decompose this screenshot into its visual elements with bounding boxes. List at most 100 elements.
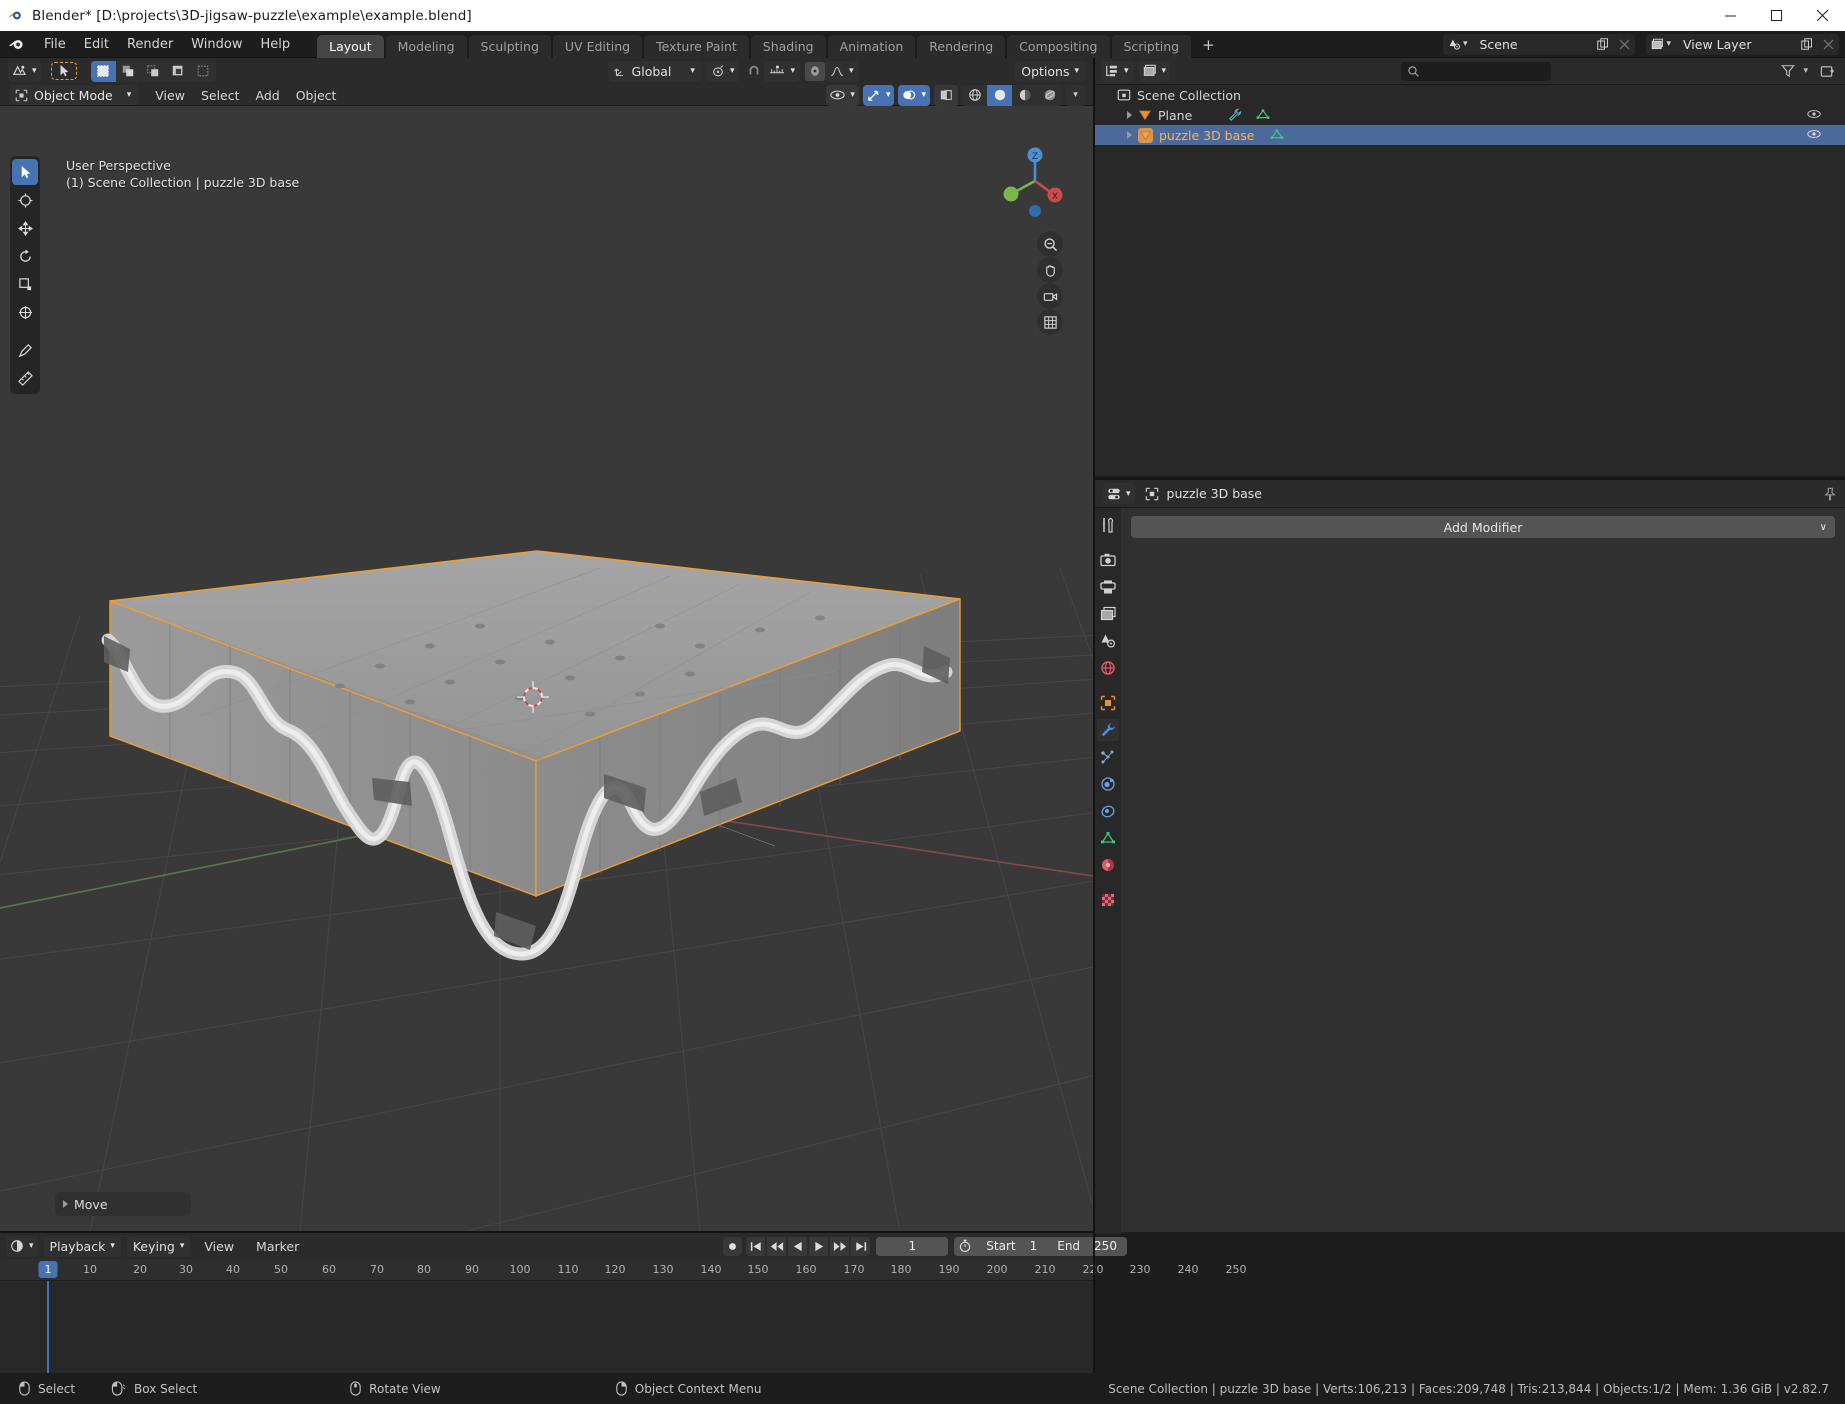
new-scene-button[interactable]	[1592, 34, 1614, 55]
shading-options-chevron-down-icon[interactable]: ▾	[1066, 85, 1085, 106]
play-reverse-icon[interactable]	[788, 1237, 807, 1256]
keying-menu[interactable]: Keying ▾	[127, 1236, 191, 1257]
properties-editor[interactable]: ▾ puzzle 3D base	[1095, 478, 1845, 1232]
viewport-menu-view[interactable]: View	[147, 86, 193, 105]
zoom-icon[interactable]	[1037, 231, 1063, 257]
object-mode-dropdown[interactable]: Object Mode ▾	[10, 85, 139, 105]
viewport-options-dropdown[interactable]: Options ▾	[1015, 61, 1085, 82]
viewport-3d[interactable]: ▾	[0, 58, 1093, 1232]
record-icon[interactable]	[723, 1237, 742, 1256]
select-invert-icon[interactable]	[166, 61, 191, 82]
filter-id-icon[interactable]: ▾	[1139, 61, 1171, 82]
minimize-button[interactable]	[1707, 0, 1753, 31]
world-globe-icon[interactable]	[1097, 657, 1119, 679]
move-tool[interactable]	[12, 215, 38, 241]
visibility-eye-icon[interactable]: ▾	[826, 85, 859, 106]
view-layer-images-icon[interactable]	[1097, 603, 1119, 625]
overlays-icon[interactable]: ▾	[898, 85, 930, 106]
playback-menu[interactable]: Playback ▾	[44, 1236, 121, 1257]
view-layer-name[interactable]: View Layer	[1676, 34, 1796, 55]
expand-chevron-right-icon[interactable]	[1127, 111, 1132, 119]
rendered-shading-icon[interactable]	[1037, 85, 1062, 106]
viewport-menu-object[interactable]: Object	[288, 86, 345, 105]
timeline-editor[interactable]: ▾ Playback ▾ Keying ▾ View Marker	[0, 1232, 1093, 1373]
outliner-display-mode-icon[interactable]: ▾	[1101, 61, 1133, 82]
navigation-gizmo[interactable]: Z X	[995, 141, 1075, 221]
maximize-button[interactable]	[1753, 0, 1799, 31]
tool-screwdriver-wrench-icon[interactable]	[1097, 514, 1119, 536]
scene-cone-icon[interactable]	[1097, 630, 1119, 652]
workspace-tab-modeling[interactable]: Modeling	[386, 35, 467, 58]
select-set-icon[interactable]	[91, 61, 116, 82]
object-square-icon[interactable]	[1097, 692, 1119, 714]
mesh-data-icon[interactable]	[1256, 108, 1270, 122]
proportional-edit-icon[interactable]	[805, 62, 825, 81]
jump-to-start-icon[interactable]	[746, 1237, 765, 1256]
texture-checker-icon[interactable]	[1097, 889, 1119, 911]
material-sphere-icon[interactable]	[1097, 854, 1119, 876]
output-printer-icon[interactable]	[1097, 576, 1119, 598]
menu-render[interactable]: Render	[118, 34, 182, 55]
magnet-icon[interactable]	[744, 62, 764, 81]
camera-view-icon[interactable]	[1037, 283, 1063, 309]
transform-orientation-dropdown[interactable]: Global ▾	[608, 61, 701, 82]
timeline-current-frame-marker[interactable]: 1	[39, 1261, 58, 1278]
menu-window[interactable]: Window	[182, 34, 251, 55]
wireframe-shading-icon[interactable]	[962, 85, 987, 106]
select-subtract-icon[interactable]	[141, 61, 166, 82]
gizmo-icon[interactable]: ▾	[863, 85, 895, 106]
mesh-data-icon[interactable]	[1270, 128, 1284, 142]
add-workspace-button[interactable]: +	[1193, 35, 1224, 58]
tweak-select-tool[interactable]	[12, 159, 38, 185]
modifier-wrench-icon[interactable]	[1097, 719, 1119, 741]
workspace-tab-texture-paint[interactable]: Texture Paint	[644, 35, 749, 58]
new-collection-icon[interactable]	[1820, 64, 1835, 79]
timeline-ruler[interactable]: 1 10 20 30 40 50 60 70 80 90 100 110 120…	[0, 1259, 1093, 1281]
workspace-tab-rendering[interactable]: Rendering	[917, 35, 1005, 58]
menu-edit[interactable]: Edit	[75, 34, 118, 55]
frame-start-field[interactable]: Start 1	[976, 1237, 1047, 1256]
chevron-right-icon[interactable]	[63, 1200, 68, 1208]
outliner-row-puzzle-3d-base[interactable]: puzzle 3D base	[1095, 125, 1845, 145]
pivot-point-dropdown[interactable]: ▾	[706, 61, 740, 82]
select-intersect-icon[interactable]	[191, 61, 216, 82]
timeline-menu-marker[interactable]: Marker	[248, 1237, 307, 1256]
viewport-menu-add[interactable]: Add	[248, 86, 288, 105]
outliner[interactable]: ▾ ▾ ▾	[1095, 58, 1845, 476]
frame-end-field[interactable]: End 250	[1047, 1237, 1127, 1256]
scene-selector[interactable]: ▾ Scene	[1443, 34, 1636, 55]
mesh-data-triangle-icon[interactable]	[1097, 827, 1119, 849]
workspace-tab-layout[interactable]: Layout	[317, 35, 384, 58]
jump-next-keyframe-icon[interactable]	[830, 1237, 849, 1256]
shading-mode-buttons[interactable]	[962, 85, 1062, 106]
proportional-falloff-dropdown[interactable]: ▾	[825, 61, 859, 82]
workspace-tab-sculpting[interactable]: Sculpting	[469, 35, 551, 58]
measure-tool[interactable]	[12, 365, 38, 391]
scene-data-icon[interactable]: ▾	[1443, 34, 1473, 55]
modifier-wrench-icon[interactable]	[1228, 108, 1242, 122]
rotate-tool[interactable]	[12, 243, 38, 269]
outliner-row-scene-collection[interactable]: Scene Collection	[1095, 85, 1845, 105]
hide-in-viewport-eye-icon[interactable]	[1807, 108, 1821, 123]
scale-tool[interactable]	[12, 271, 38, 297]
viewport-menu-select[interactable]: Select	[193, 86, 248, 105]
properties-editor-icon[interactable]: ▾	[1103, 483, 1135, 504]
timeline-track-area[interactable]	[0, 1281, 1093, 1374]
menu-help[interactable]: Help	[252, 34, 300, 55]
hide-in-viewport-eye-icon[interactable]	[1807, 128, 1821, 143]
toggle-ortho-icon[interactable]	[1037, 309, 1063, 335]
close-button[interactable]	[1799, 0, 1845, 31]
operator-panel-move[interactable]: Move	[55, 1192, 191, 1216]
timeline-playhead[interactable]	[47, 1281, 49, 1374]
remove-view-layer-button[interactable]	[1818, 34, 1839, 55]
filter-funnel-icon[interactable]	[1781, 64, 1795, 78]
filter-chevron-down-icon[interactable]: ▾	[1803, 66, 1808, 76]
pin-icon[interactable]	[1823, 487, 1837, 501]
workspace-tab-uv-editing[interactable]: UV Editing	[553, 35, 642, 58]
xray-icon[interactable]	[934, 85, 958, 106]
view-layer-icon[interactable]: ▾	[1646, 34, 1676, 55]
material-preview-icon[interactable]	[1012, 85, 1037, 106]
annotate-tool[interactable]	[12, 337, 38, 363]
particles-icon[interactable]	[1097, 746, 1119, 768]
jump-prev-keyframe-icon[interactable]	[767, 1237, 786, 1256]
